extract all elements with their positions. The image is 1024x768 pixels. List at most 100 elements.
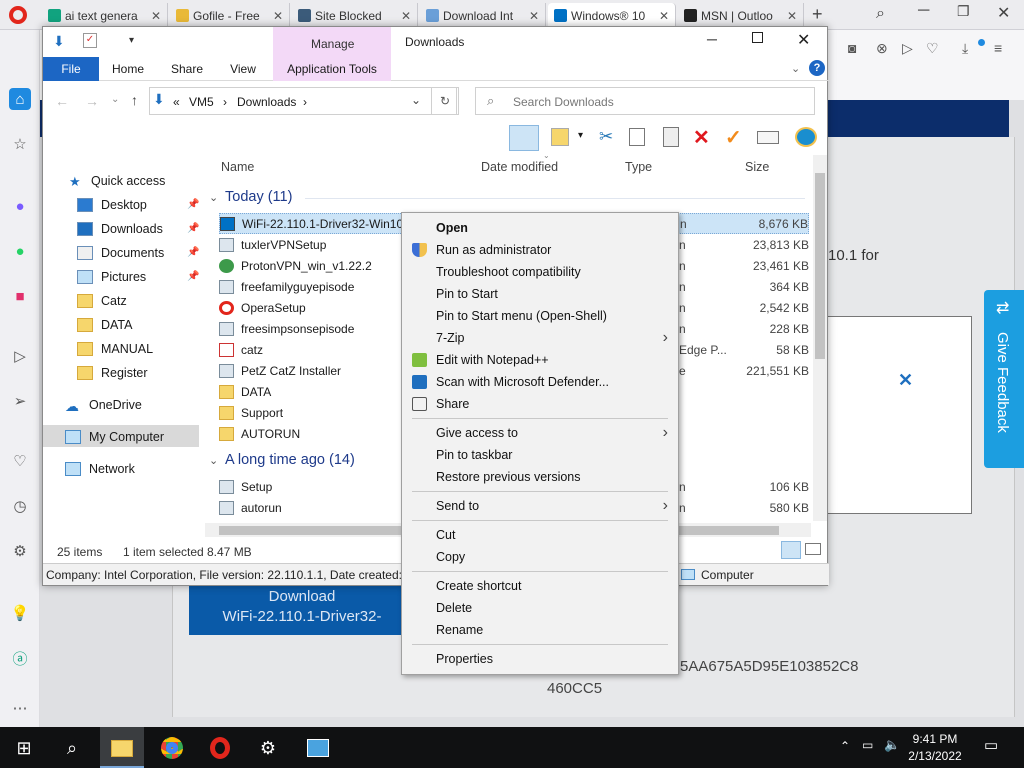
tree-item-catz[interactable]: Catz (77, 290, 127, 312)
modal-close-icon[interactable]: ✕ (898, 370, 913, 391)
up-icon[interactable]: ↑ (131, 92, 138, 108)
chrome-taskbar-icon[interactable] (156, 732, 188, 764)
browser-tab[interactable]: MSN | Outloo ✕ (678, 3, 804, 28)
tree-item-desktop[interactable]: Desktop (77, 194, 147, 216)
tab-view[interactable]: View (221, 57, 265, 81)
minimize-button[interactable]: ─ (707, 31, 717, 47)
tab-share[interactable]: Share (163, 57, 211, 81)
back-icon[interactable]: ← (55, 93, 69, 109)
group-today-chevron-icon[interactable]: ⌄ (209, 191, 218, 204)
send-icon[interactable]: ➢ (9, 390, 31, 412)
instagram-icon[interactable]: ■ (9, 285, 31, 307)
pin-icon[interactable]: 📌 (187, 223, 199, 234)
vertical-scroll-thumb[interactable] (815, 173, 825, 359)
maximize-button[interactable] (752, 32, 763, 43)
quick-access-down-icon[interactable]: ⬇ (53, 33, 65, 50)
menu-item-pin-to-start-menu-open-shell[interactable]: Pin to Start menu (Open-Shell) (402, 305, 678, 327)
new-folder-icon[interactable] (109, 35, 123, 47)
more-icon[interactable]: ⋯ (9, 697, 31, 719)
tree-item-manual[interactable]: MANUAL (77, 338, 153, 360)
paste-icon[interactable] (663, 127, 679, 147)
menu-item-scan-with-microsoft-defender[interactable]: Scan with Microsoft Defender... (402, 371, 678, 393)
column-name[interactable]: Name (221, 160, 254, 174)
menu-item-properties[interactable]: Properties (402, 648, 678, 670)
pin-icon[interactable]: 📌 (187, 199, 199, 210)
app-taskbar-icon[interactable] (302, 732, 334, 764)
menu-item-run-as-administrator[interactable]: Run as administrator (402, 239, 678, 261)
properties-icon[interactable]: ✓ (83, 33, 97, 48)
menu-item-delete[interactable]: Delete (402, 597, 678, 619)
delete-icon[interactable]: ✕ (693, 125, 710, 150)
menu-item-share[interactable]: Share (402, 393, 678, 415)
volume-tray-icon[interactable]: 🔈 (884, 737, 900, 753)
cut-icon[interactable]: ✂ (599, 127, 613, 147)
menu-item-send-to[interactable]: Send to › (402, 495, 678, 517)
menu-item-pin-to-start[interactable]: Pin to Start (402, 283, 678, 305)
preview-pane-icon[interactable] (509, 125, 539, 151)
group-today[interactable]: Today (11) (225, 189, 292, 205)
opera-taskbar-icon[interactable] (204, 732, 236, 764)
tray-chevron-icon[interactable]: ⌃ (840, 739, 850, 753)
close-browser-button[interactable]: ✕ (997, 3, 1010, 23)
menu-item-edit-with-notepad[interactable]: Edit with Notepad++ (402, 349, 678, 371)
bookmarks-icon[interactable]: ☆ (9, 133, 31, 155)
tiles-view-button[interactable] (805, 543, 821, 555)
settings-taskbar-icon[interactable]: ⚙ (252, 732, 284, 764)
browser-tab[interactable]: ai text genera ✕ (42, 3, 168, 28)
recent-locations-icon[interactable]: ⌄ (111, 94, 119, 105)
details-view-button[interactable] (781, 541, 801, 559)
tree-item-documents[interactable]: Documents (77, 242, 164, 264)
flow-icon[interactable]: ▷ (902, 40, 913, 57)
pin-icon[interactable]: 📌 (187, 247, 199, 258)
browser-tab[interactable]: Gofile - Free ✕ (170, 3, 290, 28)
shell-icon[interactable] (795, 127, 817, 147)
search-tabs-icon[interactable]: ⌕ (876, 5, 885, 23)
pin-icon[interactable]: 📌 (187, 271, 199, 282)
tab-close-icon[interactable]: ✕ (525, 9, 539, 23)
group-longago-chevron-icon[interactable]: ⌄ (209, 454, 218, 467)
player-icon[interactable]: ▷ (9, 345, 31, 367)
customize-qat-icon[interactable]: ▾ (129, 35, 134, 46)
breadcrumb-downloads[interactable]: Downloads (237, 95, 296, 109)
messenger-icon[interactable]: ● (9, 195, 31, 217)
block-icon[interactable]: ⊗ (876, 40, 888, 57)
column-date-modified[interactable]: Date modified (481, 160, 558, 174)
copy-icon[interactable] (629, 128, 645, 146)
tree-quick-access[interactable]: ★ Quick access (69, 170, 165, 192)
tab-application-tools[interactable]: Application Tools (273, 57, 391, 81)
close-button[interactable]: ✕ (797, 30, 810, 50)
heart-icon[interactable]: ♡ (9, 450, 31, 472)
start-button[interactable]: ⊞ (8, 732, 40, 764)
menu-item-rename[interactable]: Rename (402, 619, 678, 641)
tab-close-icon[interactable]: ✕ (269, 9, 283, 23)
views-icon[interactable] (551, 128, 569, 146)
breadcrumb-vm[interactable]: VM5 (189, 95, 214, 109)
menu-item-troubleshoot-compatibility[interactable]: Troubleshoot compatibility (402, 261, 678, 283)
refresh-button[interactable]: ↻ (431, 87, 459, 115)
history-icon[interactable]: ◷ (9, 495, 31, 517)
tips-icon[interactable]: 💡 (9, 602, 31, 624)
menu-item-cut[interactable]: Cut (402, 524, 678, 546)
column-size[interactable]: Size (745, 160, 769, 174)
menu-item-restore-previous-versions[interactable]: Restore previous versions (402, 466, 678, 488)
browser-tab[interactable]: Windows® 10 ✕ (548, 3, 676, 28)
tab-close-icon[interactable]: ✕ (655, 9, 669, 23)
views-dropdown-icon[interactable]: ▾ (578, 130, 583, 141)
help-icon[interactable]: ? (809, 60, 825, 76)
camera-icon[interactable]: ◙ (848, 40, 856, 56)
tree-item-pictures[interactable]: Pictures (77, 266, 146, 288)
rename-icon[interactable]: ✓ (725, 125, 742, 150)
tree-item-register[interactable]: Register (77, 362, 148, 384)
menu-icon[interactable]: ≡ (994, 40, 1002, 56)
downloads-icon[interactable]: ⤓ (962, 40, 968, 57)
favorites-icon[interactable]: ♡ (926, 40, 939, 57)
tab-home[interactable]: Home (103, 57, 153, 81)
menu-item-give-access-to[interactable]: Give access to › (402, 422, 678, 444)
tree-item-downloads[interactable]: Downloads (77, 218, 163, 240)
restore-browser-button[interactable]: ❐ (957, 3, 970, 20)
home-icon[interactable]: ⌂ (9, 88, 31, 110)
tab-close-icon[interactable]: ✕ (147, 9, 161, 23)
new-tab-button[interactable]: + (812, 4, 823, 25)
notifications-icon[interactable]: ▭ (984, 736, 998, 754)
search-taskbar-icon[interactable]: ⌕ (56, 732, 88, 764)
